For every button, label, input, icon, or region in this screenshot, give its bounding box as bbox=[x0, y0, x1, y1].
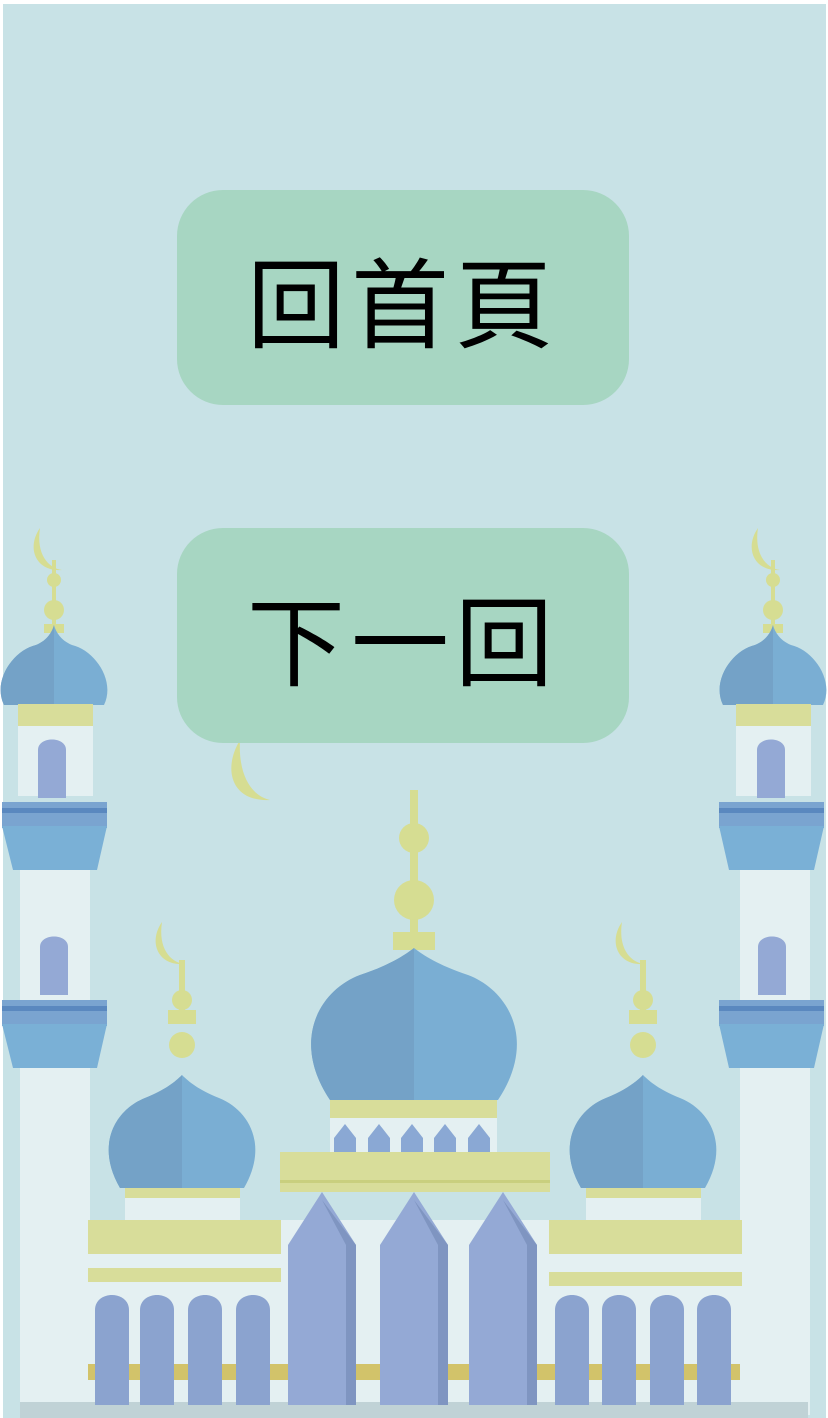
right-small-dome bbox=[569, 922, 717, 1228]
home-button-label: 回首頁 bbox=[246, 249, 559, 364]
app-screen: 回首頁 下一回 bbox=[0, 0, 828, 1418]
central-dome bbox=[231, 740, 517, 1163]
next-button-label: 下一回 bbox=[246, 587, 559, 702]
next-button[interactable]: 下一回 bbox=[177, 528, 629, 743]
home-button[interactable]: 回首頁 bbox=[177, 190, 629, 405]
left-small-dome bbox=[108, 922, 256, 1228]
